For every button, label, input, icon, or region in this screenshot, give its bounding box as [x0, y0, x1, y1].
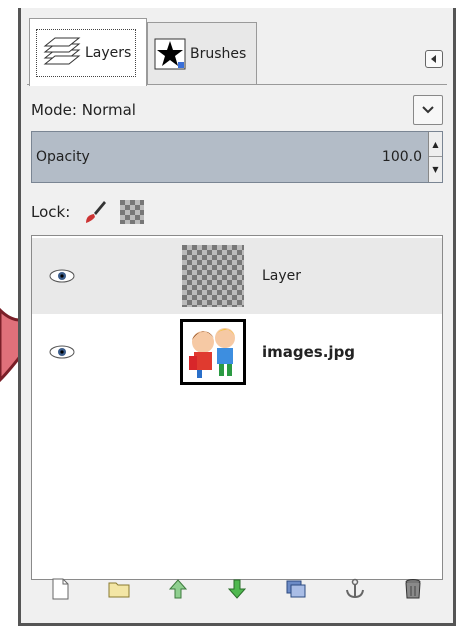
tab-layers[interactable]: Layers [29, 18, 147, 86]
layers-list: Layer images.jpg [31, 235, 443, 580]
chevron-down-icon [422, 106, 434, 114]
new-layer-icon [52, 578, 69, 600]
opacity-value: 100.0 [381, 149, 422, 165]
tab-brushes-label: Brushes [190, 45, 247, 62]
lock-pixels-brush-icon[interactable] [82, 199, 108, 225]
delete-layer-button[interactable] [400, 576, 426, 602]
lower-layer-icon [227, 579, 246, 599]
new-layer-button[interactable] [47, 576, 73, 602]
delete-layer-icon [405, 579, 421, 599]
lock-row: Lock: [31, 197, 145, 227]
duplicate-layer-icon [286, 580, 306, 598]
eye-icon[interactable] [48, 268, 76, 284]
opacity-spinner[interactable]: ▲ ▼ [428, 132, 442, 182]
anchor-layer-button[interactable] [342, 576, 368, 602]
dock-menu-button[interactable] [425, 50, 443, 68]
brush-star-icon [154, 38, 186, 69]
raise-layer-icon [169, 579, 188, 599]
layers-dock: Layers Brushes Mode: Normal Opacity 100.… [18, 8, 456, 626]
opacity-slider[interactable]: Opacity 100.0 ▲ ▼ [31, 131, 443, 183]
layers-panel: Mode: Normal Opacity 100.0 ▲ ▼ Lock: Lay… [27, 84, 447, 615]
layer-row[interactable]: images.jpg [32, 314, 442, 390]
cartoon-kids-image [189, 328, 235, 378]
opacity-label: Opacity [36, 149, 90, 165]
layer-thumbnail-transparent [182, 245, 244, 307]
spin-down-icon[interactable]: ▼ [429, 157, 442, 182]
mode-dropdown-button[interactable] [413, 95, 443, 125]
lock-alpha-icon[interactable] [120, 200, 145, 224]
layers-toolbar [31, 569, 443, 609]
triangle-left-icon [431, 55, 436, 63]
raise-layer-button[interactable] [165, 576, 191, 602]
layer-thumbnail-image [180, 319, 246, 385]
layer-name[interactable]: images.jpg [262, 343, 355, 361]
lower-layer-button[interactable] [224, 576, 250, 602]
mode-row: Mode: Normal [27, 93, 447, 127]
mode-label: Mode: Normal [31, 101, 136, 119]
layer-name[interactable]: Layer [262, 268, 301, 284]
layer-row[interactable]: Layer [32, 238, 442, 314]
new-group-icon [108, 582, 130, 598]
spin-up-icon[interactable]: ▲ [429, 132, 442, 157]
eye-icon[interactable] [48, 344, 76, 360]
anchor-layer-icon [345, 578, 364, 599]
layers-icon [43, 37, 81, 64]
tab-brushes[interactable]: Brushes [147, 22, 257, 84]
lock-label: Lock: [31, 203, 71, 221]
duplicate-layer-button[interactable] [283, 576, 309, 602]
dock-tabbar: Layers Brushes [21, 8, 453, 86]
tab-layers-label: Layers [85, 44, 132, 61]
new-group-button[interactable] [106, 576, 132, 602]
